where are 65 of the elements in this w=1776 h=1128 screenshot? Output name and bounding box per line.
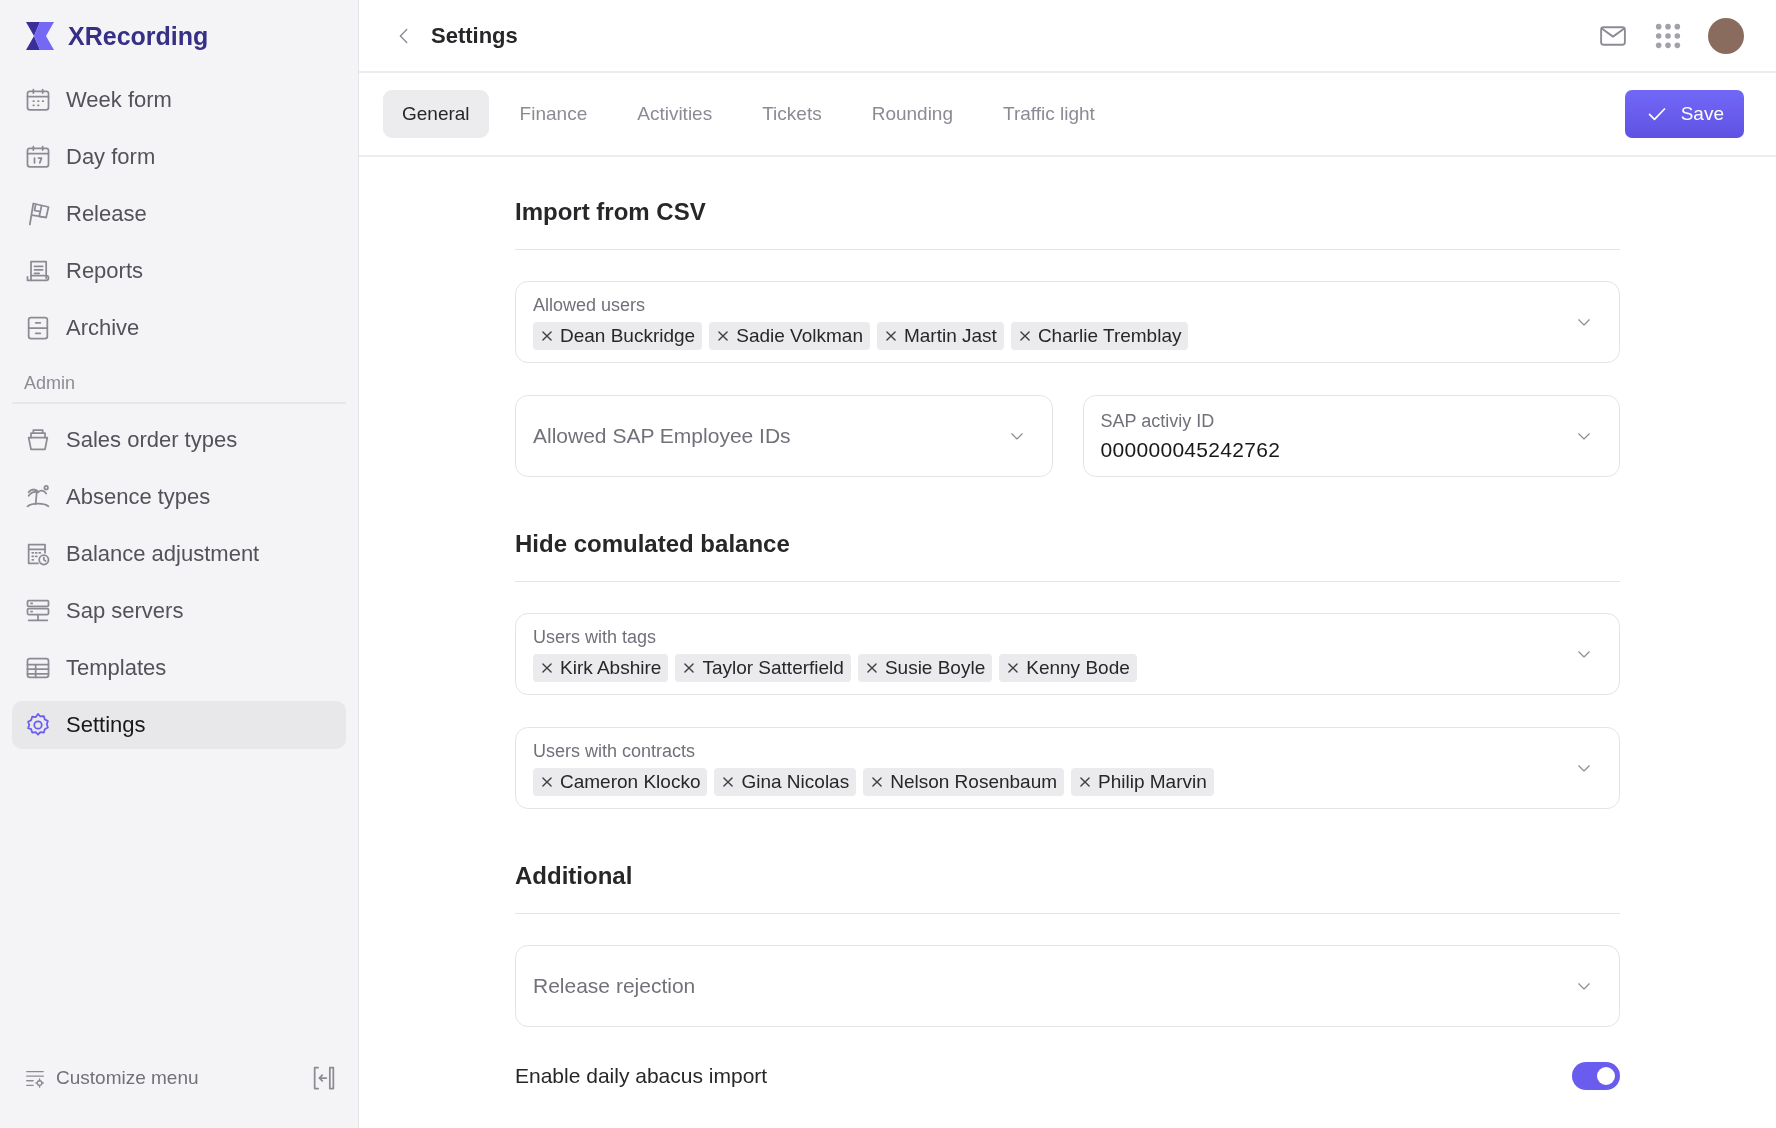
app-name: XRecording bbox=[68, 21, 209, 51]
tab[interactable]: General bbox=[383, 90, 489, 138]
close-icon[interactable] bbox=[716, 328, 731, 343]
user-tag[interactable]: Cameron Klocko bbox=[533, 767, 708, 796]
user-tag[interactable]: Kirk Abshire bbox=[533, 653, 669, 682]
tab[interactable]: Tickets bbox=[743, 90, 841, 138]
user-tag[interactable]: Nelson Rosenbaum bbox=[863, 767, 1065, 796]
close-icon[interactable] bbox=[864, 660, 879, 675]
multiselect-field[interactable]: Users with tags Kirk Abshire Taylor Satterfield Susie Boyle Kenny Bode bbox=[515, 613, 1620, 695]
customize-menu-button[interactable]: Customize menu bbox=[24, 1067, 199, 1089]
nav-item[interactable]: Sales order types bbox=[12, 416, 346, 464]
close-icon[interactable] bbox=[1017, 328, 1032, 343]
toggle-switch[interactable] bbox=[1572, 1062, 1620, 1090]
multiselect-field[interactable]: Allowed users Dean Buckridge Sadie Volkman Martin Jast Charlie Tremblay bbox=[515, 281, 1620, 363]
field-label: Allowed users bbox=[533, 294, 647, 316]
nav-item[interactable]: Release bbox=[12, 190, 346, 238]
placeholder-text: Allowed SAP Employee IDs bbox=[533, 424, 792, 448]
user-tag[interactable]: Dean Buckridge bbox=[533, 321, 703, 350]
user-tag[interactable]: Gina Nicolas bbox=[714, 767, 857, 796]
close-icon[interactable] bbox=[883, 328, 898, 343]
nav-item[interactable]: Week form bbox=[12, 76, 346, 124]
multiselect-field[interactable]: Users with contracts Cameron Klocko Gina Nicolas Nelson Rosenbaum Philip Marvin bbox=[515, 727, 1620, 809]
avatar[interactable] bbox=[1708, 17, 1744, 54]
user-tag[interactable]: Kenny Bode bbox=[999, 653, 1137, 682]
close-icon[interactable] bbox=[1078, 774, 1093, 789]
nav-item[interactable]: Archive bbox=[12, 304, 346, 352]
user-tag[interactable]: Philip Marvin bbox=[1071, 767, 1214, 796]
field-label: Users with contracts bbox=[533, 740, 697, 762]
close-icon[interactable] bbox=[1006, 660, 1021, 675]
toggle-label: Enable daily abacus import bbox=[515, 1064, 768, 1088]
field-label: SAP activiy ID bbox=[1100, 410, 1216, 432]
apps-grid-icon[interactable] bbox=[1654, 21, 1682, 50]
field-label: Users with tags bbox=[533, 626, 658, 648]
user-tag[interactable]: Taylor Satterfield bbox=[675, 653, 851, 682]
user-tag[interactable]: Sadie Volkman bbox=[709, 321, 870, 350]
section-title: Hide comulated balance bbox=[515, 529, 1620, 582]
close-icon[interactable] bbox=[682, 660, 697, 675]
page-title: Settings bbox=[431, 22, 518, 49]
close-icon[interactable] bbox=[870, 774, 885, 789]
field-value: 000000045242762 bbox=[1100, 437, 1282, 462]
dropdown-field[interactable]: Release rejection bbox=[515, 945, 1620, 1027]
dropdown-field[interactable]: Allowed SAP Employee IDs bbox=[515, 395, 1053, 477]
close-icon[interactable] bbox=[540, 774, 554, 789]
section-title: Additional bbox=[515, 861, 1620, 914]
close-icon[interactable] bbox=[540, 328, 554, 343]
dropdown-field[interactable]: SAP activiy ID 000000045242762 bbox=[1082, 395, 1620, 477]
user-tag[interactable]: Martin Jast bbox=[876, 321, 1004, 350]
placeholder-text: Release rejection bbox=[533, 974, 697, 998]
logo-icon bbox=[24, 20, 56, 52]
nav-item[interactable]: Settings bbox=[12, 701, 346, 749]
nav-item[interactable]: Day form bbox=[12, 133, 346, 181]
nav-item[interactable]: Templates bbox=[12, 644, 346, 692]
section-title: Import from CSV bbox=[515, 197, 1620, 250]
save-button[interactable]: Save bbox=[1624, 90, 1744, 138]
section-heading: Admin bbox=[12, 363, 346, 404]
calendar-icon bbox=[24, 86, 52, 114]
user-tag[interactable]: Susie Boyle bbox=[857, 653, 993, 682]
nav-item[interactable]: Absence types bbox=[12, 473, 346, 521]
nav-item[interactable]: Reports bbox=[12, 247, 346, 295]
nav-item[interactable]: Balance adjustment bbox=[12, 530, 346, 578]
close-icon[interactable] bbox=[540, 660, 554, 675]
nav-item[interactable]: Sap servers bbox=[12, 587, 346, 635]
close-icon[interactable] bbox=[721, 774, 736, 789]
user-tag[interactable]: Charlie Tremblay bbox=[1010, 321, 1189, 350]
calendar-icon bbox=[24, 143, 52, 171]
